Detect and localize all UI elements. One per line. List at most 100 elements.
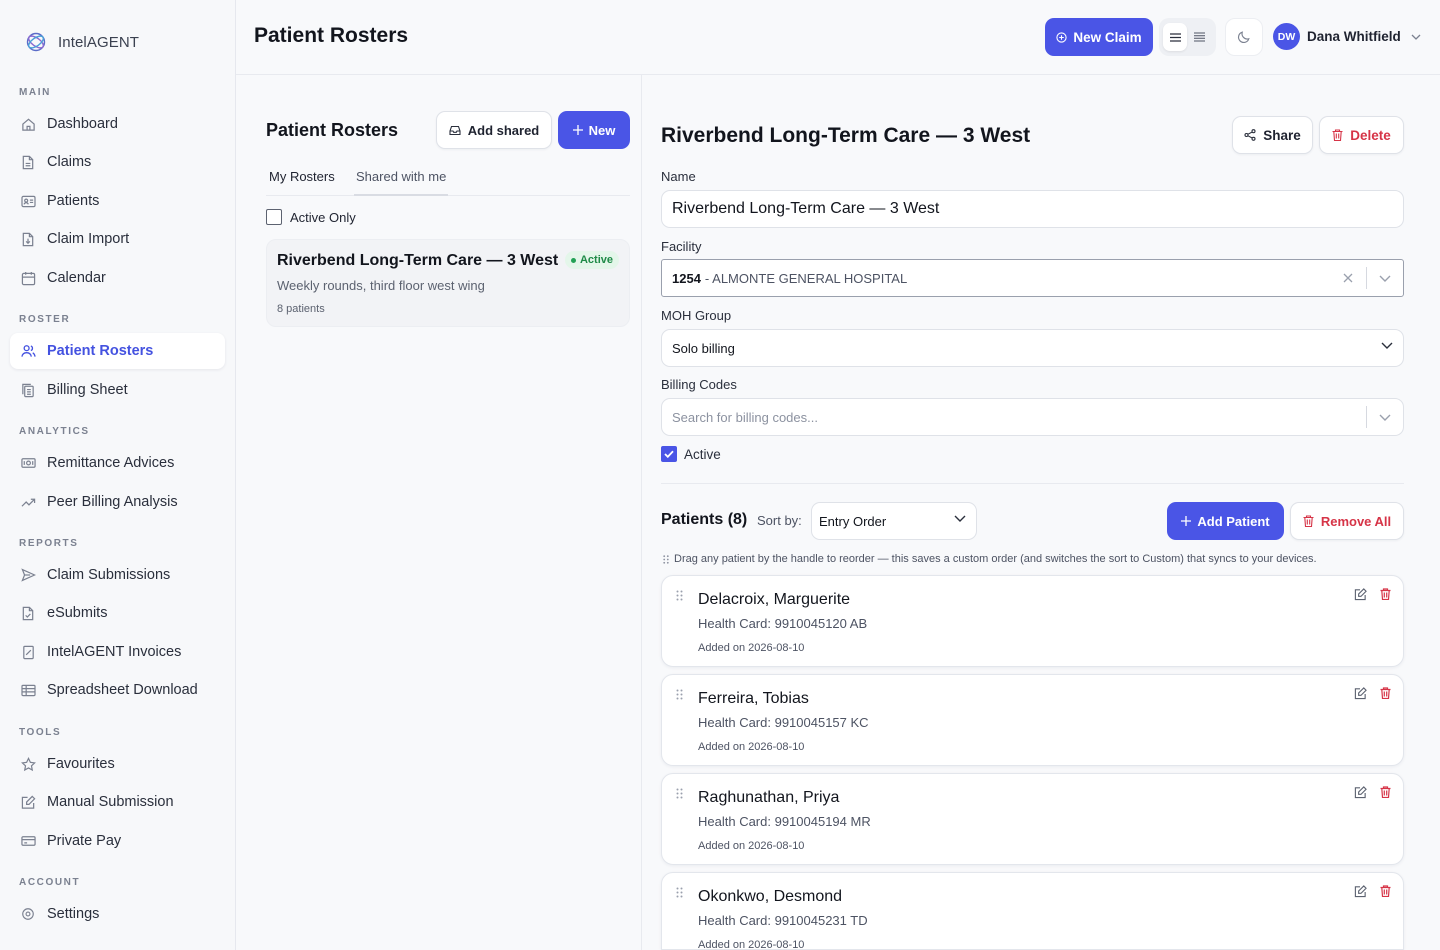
sidebar-item-claim-submissions[interactable]: Claim Submissions (10, 557, 225, 593)
roster-card[interactable]: Riverbend Long-Term Care — 3 West Active… (266, 239, 630, 327)
reorder-hint: Drag any patient by the handle to reorde… (663, 553, 1317, 565)
reorder-hint-text: Drag any patient by the handle to reorde… (674, 553, 1317, 565)
patient-card[interactable]: Okonkwo, Desmond Health Card: 9910045231… (661, 872, 1404, 950)
active-label: Active (684, 446, 721, 462)
comfortable-view-button[interactable] (1163, 23, 1188, 51)
drag-handle-icon[interactable] (676, 689, 683, 700)
status-badge: Active (564, 251, 619, 269)
clear-icon[interactable] (1330, 273, 1366, 283)
moh-group-select[interactable]: Solo billing (661, 329, 1404, 367)
sort-select[interactable]: Entry Order (811, 502, 977, 540)
patient-added-date: Added on 2026-08-10 (698, 939, 805, 950)
plus-icon (1181, 516, 1192, 526)
sidebar-item-patients[interactable]: Patients (10, 183, 225, 219)
edit-icon[interactable] (1354, 687, 1367, 700)
sidebar-item-settings[interactable]: Settings (10, 896, 225, 932)
sidebar-item-patient-rosters[interactable]: Patient Rosters (10, 333, 225, 369)
add-patient-button[interactable]: Add Patient (1167, 502, 1284, 540)
moh-group-value: Solo billing (672, 340, 735, 356)
patient-added-date: Added on 2026-08-10 (698, 741, 805, 753)
sidebar-item-intelagent-invoices[interactable]: IntelAGENT Invoices (10, 634, 225, 670)
active-toggle[interactable]: Active (661, 446, 721, 462)
drag-handle-icon[interactable] (676, 887, 683, 898)
tab-shared-with-me[interactable]: Shared with me (353, 169, 449, 196)
sidebar-item-label: IntelAGENT Invoices (47, 644, 182, 660)
moh-group-label: MOH Group (661, 308, 732, 323)
sidebar-item-private-pay[interactable]: Private Pay (10, 823, 225, 859)
sidebar-item-dashboard[interactable]: Dashboard (10, 106, 225, 142)
sidebar-item-remittance-advices[interactable]: Remittance Advices (10, 445, 225, 481)
billing-select-controls (1366, 399, 1403, 435)
chevron-down-icon[interactable] (1367, 414, 1403, 421)
sidebar-item-billing-sheet[interactable]: Billing Sheet (10, 372, 225, 408)
section-account: ACCOUNT (19, 877, 81, 888)
new-claim-button[interactable]: New Claim (1045, 18, 1153, 56)
star-icon (20, 756, 36, 772)
sidebar-item-favourites[interactable]: Favourites (10, 746, 225, 782)
active-checkbox[interactable] (661, 446, 677, 462)
active-only-filter[interactable]: Active Only (266, 209, 356, 225)
new-roster-button[interactable]: New (558, 111, 630, 149)
facility-select-controls (1330, 260, 1403, 296)
sidebar: IntelAGENT MAIN Dashboard Claims Patient… (0, 0, 236, 950)
sidebar-item-manual-submission[interactable]: Manual Submission (10, 784, 225, 820)
chevron-down-icon[interactable] (1367, 275, 1403, 282)
sidebar-item-claim-import[interactable]: Claim Import (10, 221, 225, 257)
roster-list-title: Patient Rosters (266, 120, 399, 140)
trash-icon[interactable] (1380, 687, 1391, 699)
patient-added-date: Added on 2026-08-10 (698, 840, 805, 852)
calendar-icon (20, 270, 36, 286)
drag-handle-icon[interactable] (676, 788, 683, 799)
compact-view-button[interactable] (1188, 23, 1212, 51)
roster-card-name: Riverbend Long-Term Care — 3 West (277, 252, 559, 269)
roster-list-panel: Patient Rosters Add shared New My Roster… (236, 75, 642, 950)
sidebar-item-calendar[interactable]: Calendar (10, 260, 225, 296)
theme-toggle-button[interactable] (1225, 18, 1263, 56)
remove-all-button[interactable]: Remove All (1290, 502, 1404, 540)
roster-name-input[interactable]: Riverbend Long-Term Care — 3 West (661, 190, 1404, 228)
patient-health-card: Health Card: 9910045231 TD (698, 913, 868, 928)
edit-icon[interactable] (1354, 786, 1367, 799)
patient-card[interactable]: Delacroix, Marguerite Health Card: 99100… (661, 575, 1404, 667)
sidebar-item-label: Remittance Advices (47, 455, 175, 471)
file-import-icon (20, 231, 36, 247)
drag-handle-icon (663, 554, 669, 564)
sidebar-item-label: Patients (47, 193, 100, 209)
patient-card[interactable]: Raghunathan, Priya Health Card: 99100451… (661, 773, 1404, 865)
delete-button[interactable]: Delete (1319, 116, 1404, 154)
sidebar-item-label: Favourites (47, 756, 115, 772)
sidebar-item-label: Peer Billing Analysis (47, 494, 178, 510)
add-shared-button[interactable]: Add shared (436, 111, 552, 149)
drag-handle-icon[interactable] (676, 590, 683, 601)
status-badge-label: Active (579, 254, 613, 266)
sort-by-label: Sort by: (757, 513, 802, 528)
edit-icon[interactable] (1354, 885, 1367, 898)
share-button[interactable]: Share (1232, 116, 1313, 154)
tab-my-rosters[interactable]: My Rosters (269, 169, 335, 184)
edit-icon[interactable] (1354, 588, 1367, 601)
roster-detail-title: Riverbend Long-Term Care — 3 West (661, 124, 1031, 147)
status-dot-icon (570, 257, 576, 263)
trash-icon[interactable] (1380, 885, 1391, 897)
patient-name: Okonkwo, Desmond (698, 888, 843, 905)
facility-code: 1254 (672, 270, 701, 286)
new-roster-label: New (588, 122, 616, 138)
trash-icon[interactable] (1380, 786, 1391, 798)
patient-health-card: Health Card: 9910045157 KC (698, 715, 869, 730)
user-menu[interactable]: DW Dana Whitfield (1273, 23, 1421, 50)
facility-select[interactable]: 1254 - ALMONTE GENERAL HOSPITAL (661, 259, 1404, 297)
trash-icon[interactable] (1380, 588, 1391, 600)
sidebar-item-spreadsheet-download[interactable]: Spreadsheet Download (10, 672, 225, 708)
sidebar-item-label: Calendar (47, 270, 106, 286)
sidebar-item-peer-billing-analysis[interactable]: Peer Billing Analysis (10, 484, 225, 520)
active-only-checkbox[interactable] (266, 209, 282, 225)
sidebar-item-label: Claim Import (47, 231, 130, 247)
app-logo[interactable]: IntelAGENT (24, 30, 139, 54)
patient-name: Delacroix, Marguerite (698, 591, 851, 608)
billing-codes-search[interactable]: Search for billing codes... (661, 398, 1404, 436)
sidebar-item-esubmits[interactable]: eSubmits (10, 595, 225, 631)
user-name: Dana Whitfield (1307, 29, 1401, 44)
patient-card[interactable]: Ferreira, Tobias Health Card: 9910045157… (661, 674, 1404, 766)
active-only-label: Active Only (290, 209, 356, 225)
sidebar-item-claims[interactable]: Claims (10, 144, 225, 180)
